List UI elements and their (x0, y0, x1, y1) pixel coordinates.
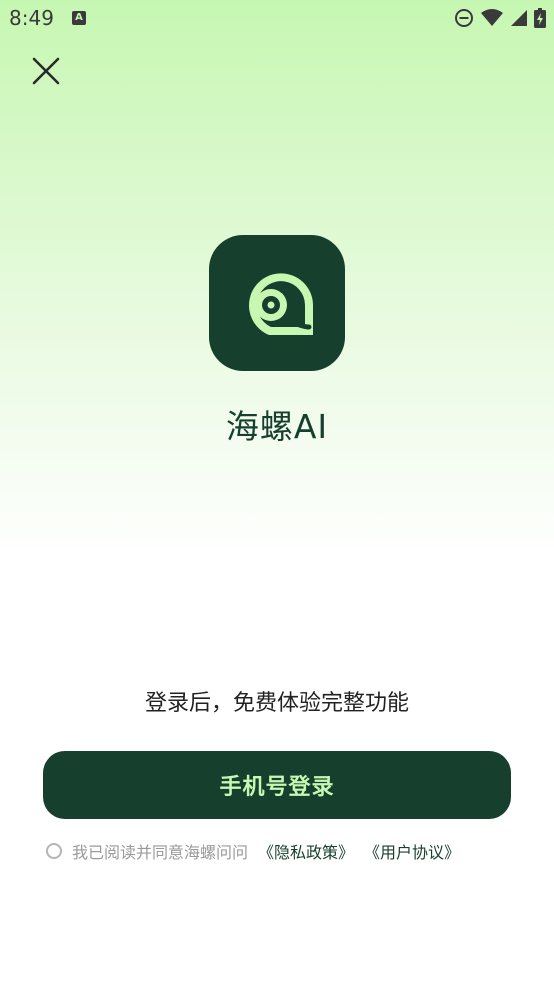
phone-login-button[interactable]: 手机号登录 (43, 751, 511, 819)
battery-charging-icon (534, 8, 546, 28)
status-icons (454, 7, 546, 29)
close-icon (32, 57, 60, 85)
agree-checkbox[interactable] (46, 843, 62, 859)
cellular-signal-icon (511, 10, 527, 26)
login-hint: 登录后，免费体验完整功能 (144, 691, 409, 716)
snail-shell-spiral-icon (249, 273, 313, 335)
phone-login-button-label: 手机号登录 (219, 775, 335, 800)
privacy-policy-link[interactable]: 《隐私政策》 (258, 839, 354, 863)
user-agreement-link[interactable]: 《用户协议》 (364, 839, 460, 863)
agreement-row: 我已阅读并同意海螺问问 《隐私政策》 《用户协议》 (46, 839, 460, 863)
app-logo (209, 235, 345, 371)
do-not-disturb-icon (455, 9, 473, 27)
a-letter-icon: A (72, 11, 86, 25)
agreement-text: 我已阅读并同意海螺问问 (72, 843, 249, 862)
status-bar: 8:49 A (0, 0, 554, 38)
app-name: 海螺AI (225, 407, 329, 446)
wifi-icon (481, 9, 503, 26)
close-button[interactable] (30, 55, 62, 87)
status-time: 8:49 (9, 6, 54, 30)
